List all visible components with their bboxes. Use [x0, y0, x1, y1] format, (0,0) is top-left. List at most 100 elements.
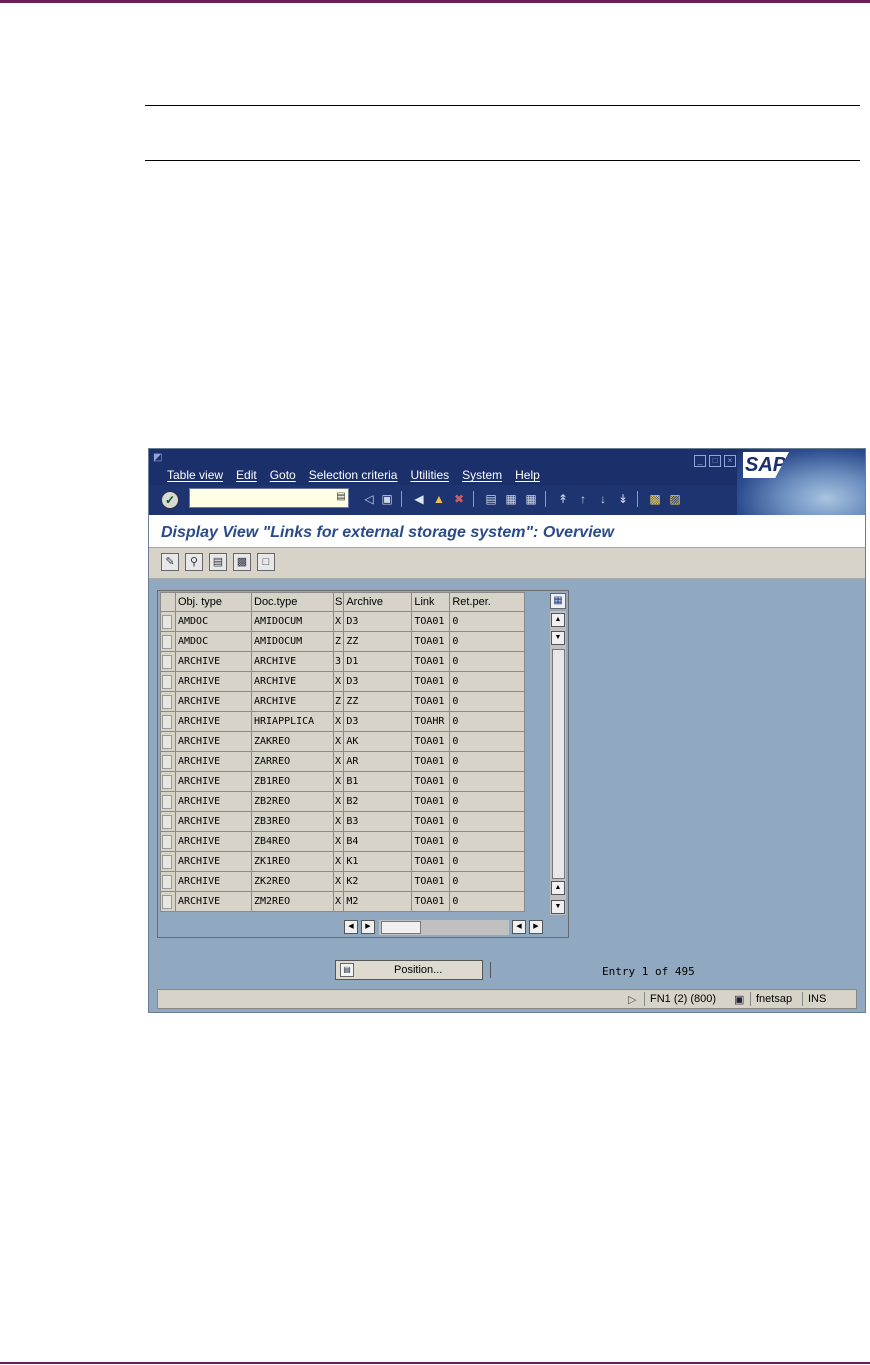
command-field[interactable]: [189, 488, 349, 508]
close-icon[interactable]: ×: [724, 455, 736, 467]
menu-system[interactable]: System: [462, 468, 502, 484]
cell-s[interactable]: X: [332, 751, 345, 772]
cell-ret-per[interactable]: 0: [449, 651, 526, 672]
column-header-doc-type[interactable]: Doc.type: [251, 592, 334, 612]
cell-obj-type[interactable]: ARCHIVE: [175, 891, 252, 912]
row-selector[interactable]: [160, 831, 176, 852]
cell-ret-per[interactable]: 0: [449, 611, 526, 632]
cell-obj-type[interactable]: ARCHIVE: [175, 851, 252, 872]
cell-doc-type[interactable]: ARCHIVE: [251, 691, 334, 712]
scroll-right-icon[interactable]: ▶: [361, 920, 375, 934]
cell-doc-type[interactable]: ZB4REO: [251, 831, 334, 852]
cell-s[interactable]: X: [332, 731, 345, 752]
menu-utilities[interactable]: Utilities: [410, 468, 449, 484]
cell-doc-type[interactable]: AMIDOCUM: [251, 631, 334, 652]
menu-edit[interactable]: Edit: [236, 468, 257, 484]
cell-obj-type[interactable]: ARCHIVE: [175, 791, 252, 812]
cell-ret-per[interactable]: 0: [449, 871, 526, 892]
scroll-page-up-icon[interactable]: ▲: [551, 881, 565, 895]
cell-ret-per[interactable]: 0: [449, 691, 526, 712]
command-history-icon[interactable]: ▤: [335, 489, 347, 505]
row-selector[interactable]: [160, 671, 176, 692]
cell-archive[interactable]: B4: [343, 831, 413, 852]
cell-s[interactable]: X: [332, 791, 345, 812]
cell-link[interactable]: TOA01: [411, 891, 451, 912]
cell-ret-per[interactable]: 0: [449, 731, 526, 752]
display-change-icon[interactable]: ✎: [161, 553, 179, 571]
cell-doc-type[interactable]: ZK1REO: [251, 851, 334, 872]
cell-s[interactable]: X: [332, 891, 345, 912]
cell-doc-type[interactable]: ZB1REO: [251, 771, 334, 792]
cell-doc-type[interactable]: ZB3REO: [251, 811, 334, 832]
column-header-archive[interactable]: Archive: [343, 592, 413, 612]
cell-ret-per[interactable]: 0: [449, 791, 526, 812]
cell-s[interactable]: 3: [332, 651, 345, 672]
system-menu-icon[interactable]: ◩: [153, 452, 165, 463]
cell-ret-per[interactable]: 0: [449, 711, 526, 732]
cell-link[interactable]: TOA01: [411, 811, 451, 832]
cell-obj-type[interactable]: ARCHIVE: [175, 771, 252, 792]
cancel-icon[interactable]: ✖: [451, 491, 467, 507]
menu-goto[interactable]: Goto: [270, 468, 296, 484]
cell-link[interactable]: TOA01: [411, 651, 451, 672]
back-arrow-icon[interactable]: ◁: [361, 491, 377, 507]
cell-obj-type[interactable]: AMDOC: [175, 611, 252, 632]
cell-doc-type[interactable]: ZB2REO: [251, 791, 334, 812]
select-all-icon[interactable]: ▤: [209, 553, 227, 571]
first-page-icon[interactable]: ↟: [555, 491, 571, 507]
cell-link[interactable]: TOA01: [411, 691, 451, 712]
cell-obj-type[interactable]: AMDOC: [175, 631, 252, 652]
cell-archive[interactable]: B3: [343, 811, 413, 832]
cell-s[interactable]: X: [332, 611, 345, 632]
cell-link[interactable]: TOA01: [411, 851, 451, 872]
column-header-ret-per[interactable]: Ret.per.: [449, 592, 526, 612]
enter-check-icon[interactable]: ✓: [161, 491, 179, 509]
row-selector[interactable]: [160, 651, 176, 672]
cell-link[interactable]: TOA01: [411, 611, 451, 632]
cell-ret-per[interactable]: 0: [449, 771, 526, 792]
next-page-icon[interactable]: ↓: [595, 491, 611, 507]
cell-s[interactable]: Z: [332, 631, 345, 652]
scroll-down-icon[interactable]: ▼: [551, 900, 565, 914]
cell-obj-type[interactable]: ARCHIVE: [175, 871, 252, 892]
cell-link[interactable]: TOA01: [411, 771, 451, 792]
row-selector[interactable]: [160, 751, 176, 772]
status-expand-icon[interactable]: ▷: [628, 993, 636, 1006]
cell-doc-type[interactable]: HRIAPPLICA: [251, 711, 334, 732]
column-header-obj-type[interactable]: Obj. type: [175, 592, 252, 612]
find-next-icon[interactable]: ▦: [523, 491, 539, 507]
cell-link[interactable]: TOA01: [411, 871, 451, 892]
shortcut-icon[interactable]: ▨: [667, 491, 683, 507]
cell-archive[interactable]: ZZ: [343, 631, 413, 652]
cell-archive[interactable]: D3: [343, 611, 413, 632]
cell-s[interactable]: Z: [332, 691, 345, 712]
select-block-icon[interactable]: ▩: [233, 553, 251, 571]
row-selector[interactable]: [160, 791, 176, 812]
scroll-page-down-icon[interactable]: ▼: [551, 631, 565, 645]
cell-link[interactable]: TOA01: [411, 751, 451, 772]
cell-s[interactable]: X: [332, 711, 345, 732]
cell-archive[interactable]: ZZ: [343, 691, 413, 712]
row-selector[interactable]: [160, 891, 176, 912]
vertical-scroll-thumb[interactable]: [552, 649, 565, 879]
cell-s[interactable]: X: [332, 851, 345, 872]
column-header-s[interactable]: S: [332, 592, 345, 612]
scroll-left-icon[interactable]: ◀: [344, 920, 358, 934]
scroll-up-icon[interactable]: ▲: [551, 613, 565, 627]
maximize-icon[interactable]: □: [709, 455, 721, 467]
back-icon[interactable]: ◀: [411, 491, 427, 507]
cell-obj-type[interactable]: ARCHIVE: [175, 671, 252, 692]
cell-archive[interactable]: B2: [343, 791, 413, 812]
row-selector[interactable]: [160, 871, 176, 892]
cell-ret-per[interactable]: 0: [449, 751, 526, 772]
cell-obj-type[interactable]: ARCHIVE: [175, 831, 252, 852]
menu-help[interactable]: Help: [515, 468, 540, 484]
cell-obj-type[interactable]: ARCHIVE: [175, 731, 252, 752]
row-selector[interactable]: [160, 731, 176, 752]
deselect-all-icon[interactable]: □: [257, 553, 275, 571]
menu-selection-criteria[interactable]: Selection criteria: [309, 468, 398, 484]
row-selector[interactable]: [160, 851, 176, 872]
cell-s[interactable]: X: [332, 831, 345, 852]
row-selector[interactable]: [160, 631, 176, 652]
cell-ret-per[interactable]: 0: [449, 891, 526, 912]
